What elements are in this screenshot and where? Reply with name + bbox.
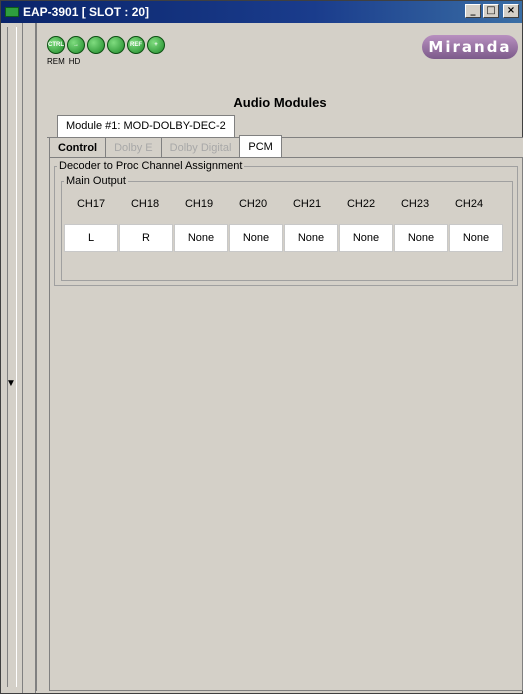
- title-bar: EAP-3901 [ SLOT : 20] _ □ ×: [1, 1, 522, 23]
- ctrl-status-icon[interactable]: CTRL: [47, 36, 65, 54]
- channel-assignment-select[interactable]: None: [174, 224, 228, 252]
- hd-label: HD: [68, 57, 81, 66]
- channel-header: CH18: [130, 198, 160, 210]
- channel-header: CH22: [346, 198, 376, 210]
- channel-assignment-select[interactable]: R: [119, 224, 173, 252]
- minimize-icon[interactable]: _: [465, 4, 481, 18]
- pcm-panel: Decoder to Proc Channel Assignment Main …: [49, 157, 523, 691]
- left-panel-strip: ▼: [1, 23, 23, 693]
- arrow-status-icon[interactable]: →: [67, 36, 85, 54]
- decoder-assignment-group: Decoder to Proc Channel Assignment Main …: [54, 160, 518, 286]
- maximize-icon[interactable]: □: [483, 4, 499, 18]
- tab-dolby-digital: Dolby Digital: [160, 137, 241, 157]
- channel-header: CH23: [400, 198, 430, 210]
- toolbar-sublabels: REM HD: [47, 57, 80, 66]
- ref-status-icon[interactable]: REF: [127, 36, 145, 54]
- tab-pcm[interactable]: PCM: [239, 135, 282, 157]
- channel-header: CH24: [454, 198, 484, 210]
- miranda-logo: Miranda: [422, 35, 518, 59]
- plus-status-icon[interactable]: +: [147, 36, 165, 54]
- channel-assignment-select[interactable]: L: [64, 224, 118, 252]
- audio-status-icon[interactable]: [107, 36, 125, 54]
- channel-assignment-select[interactable]: None: [229, 224, 283, 252]
- application-window: EAP-3901 [ SLOT : 20] _ □ × ▼ CTRL → REF…: [0, 0, 523, 694]
- tab-control[interactable]: Control: [49, 137, 107, 157]
- subgroup-label: Main Output: [64, 175, 128, 187]
- channel-header: CH20: [238, 198, 268, 210]
- channel-assignment-select[interactable]: None: [339, 224, 393, 252]
- page-title: Audio Modules: [233, 95, 327, 110]
- group-label: Decoder to Proc Channel Assignment: [57, 160, 245, 172]
- tab-dolby-e: Dolby E: [105, 137, 162, 157]
- main-panel: CTRL → REF + REM HD Miranda Audio Module…: [36, 23, 523, 691]
- channel-header: CH17: [76, 198, 106, 210]
- left-strip-divider: [7, 27, 17, 687]
- status-toolbar: CTRL → REF +: [47, 33, 165, 57]
- collapse-arrow-icon[interactable]: ▼: [3, 375, 19, 391]
- channel-assignment-select[interactable]: None: [449, 224, 503, 252]
- channel-assignment-select[interactable]: None: [284, 224, 338, 252]
- app-icon: [5, 7, 19, 17]
- panel-divider[interactable]: [23, 23, 36, 693]
- channel-assignment-select[interactable]: None: [394, 224, 448, 252]
- window-controls: _ □ ×: [465, 4, 519, 18]
- tab-module-1[interactable]: Module #1: MOD-DOLBY-DEC-2: [57, 115, 235, 137]
- window-title: EAP-3901 [ SLOT : 20]: [23, 5, 150, 19]
- connection-status-icon[interactable]: [87, 36, 105, 54]
- subtab-bar: Control Dolby E Dolby Digital PCM: [49, 135, 282, 157]
- channel-value-row: L R None None None None None None: [64, 224, 504, 252]
- main-output-group: Main Output CH17 CH18 CH19 CH20 CH21 CH2…: [61, 175, 513, 281]
- channel-header: CH21: [292, 198, 322, 210]
- rem-label: REM: [47, 57, 65, 66]
- close-icon[interactable]: ×: [503, 4, 519, 18]
- channel-header: CH19: [184, 198, 214, 210]
- channel-header-row: CH17 CH18 CH19 CH20 CH21 CH22 CH23 CH24: [64, 198, 496, 210]
